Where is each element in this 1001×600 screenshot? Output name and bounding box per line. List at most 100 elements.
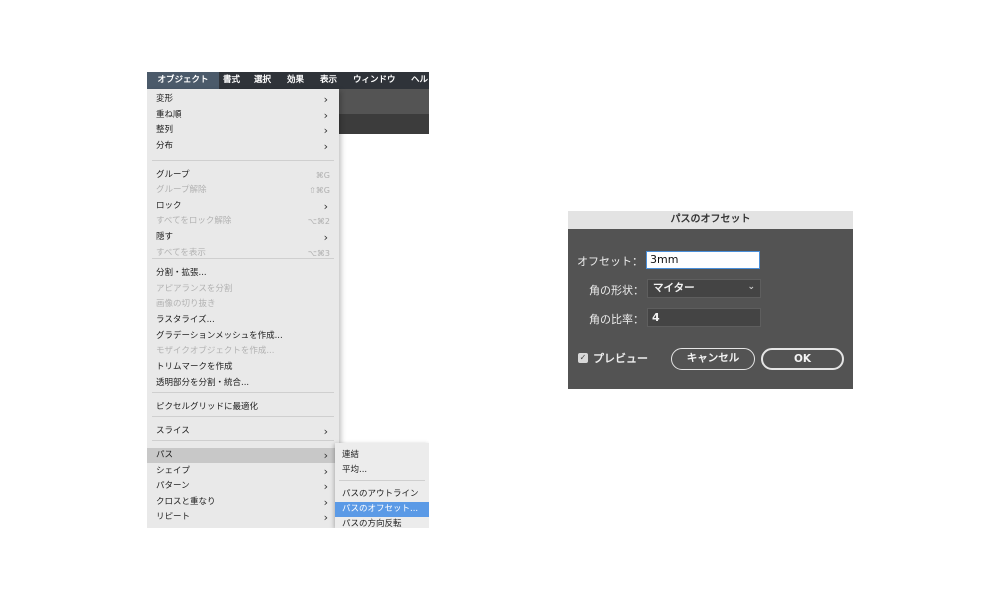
menu-item[interactable]: トリムマークを作成	[147, 360, 339, 375]
menu-item-shortcut: ⌥⌘2	[307, 217, 330, 226]
menu-item: すべてをロック解除 ⌥⌘2	[147, 214, 339, 229]
menu-item-label: ラスタライズ...	[156, 315, 215, 325]
miter-limit-label: 角の比率：	[589, 313, 644, 326]
menu-item-label: 分割・拡張...	[156, 268, 207, 278]
menu-item-label: パターン	[156, 481, 190, 491]
menu-item[interactable]: パス ›	[147, 448, 339, 463]
cancel-button[interactable]: キャンセル	[671, 348, 755, 370]
submenu-item-label: パスのアウトライン	[342, 489, 419, 499]
menubar-item-select[interactable]: 選択	[254, 72, 271, 89]
menu-item-shortcut: ⌥⌘3	[307, 249, 330, 258]
menubar-item-effect[interactable]: 効果	[287, 72, 304, 89]
menu-item[interactable]: グラデーションメッシュを作成...	[147, 329, 339, 344]
chevron-right-icon: ›	[323, 140, 328, 153]
menu-item[interactable]: 透明部分を分割・統合...	[147, 376, 339, 391]
chevron-right-icon: ›	[323, 496, 328, 509]
menu-item: グループ解除 ⇧⌘G	[147, 183, 339, 198]
preview-label: プレビュー	[593, 352, 648, 365]
menu-item[interactable]: シェイプ ›	[147, 464, 339, 479]
path-submenu: 連結平均... パスのアウトライン パスのオフセット... パスの方向反転	[335, 443, 429, 528]
check-icon: ✓	[579, 353, 587, 362]
menu-separator	[152, 416, 334, 417]
menu-item[interactable]: パターン ›	[147, 479, 339, 494]
menu-item[interactable]: ラスタライズ...	[147, 313, 339, 328]
menu-item: アピアランスを分割	[147, 282, 339, 297]
menubar-item-help[interactable]: ヘル	[411, 72, 428, 89]
miter-limit-input[interactable]: 4	[647, 308, 761, 327]
menu-item[interactable]: ピクセルグリッドに最適化	[147, 400, 339, 415]
menu-separator	[152, 440, 334, 441]
menu-separator	[339, 480, 425, 481]
menubar-item-view[interactable]: 表示	[320, 72, 337, 89]
menu-item-shortcut: ⇧⌘G	[309, 186, 330, 195]
menubar-item-window[interactable]: ウィンドウ	[353, 72, 396, 89]
joins-label: 角の形状：	[589, 284, 644, 297]
chevron-right-icon: ›	[323, 449, 328, 462]
submenu-item[interactable]: パスのアウトライン	[335, 487, 429, 502]
menu-item-label: ロック	[156, 201, 182, 211]
submenu-item-label: 連結	[342, 450, 360, 460]
menu-item-label: アピアランスを分割	[156, 284, 233, 294]
chevron-right-icon: ›	[323, 124, 328, 137]
menu-item-label: 画像の切り抜き	[156, 299, 216, 309]
menu-item: モザイクオブジェクトを作成...	[147, 344, 339, 359]
app-background	[339, 114, 429, 134]
chevron-right-icon: ›	[323, 231, 328, 244]
menu-item-label: 重ね順	[156, 110, 182, 120]
menu-item-label: すべてを表示	[156, 248, 206, 258]
submenu-item[interactable]: パスのオフセット...	[335, 502, 429, 517]
joins-value: マイター	[653, 282, 695, 294]
chevron-down-icon: ⌄	[747, 282, 755, 292]
menu-item-label: パス	[156, 450, 174, 460]
preview-checkbox[interactable]: ✓	[578, 353, 588, 363]
menu-item[interactable]: 整列 ›	[147, 123, 339, 138]
offset-label: オフセット：	[577, 255, 643, 268]
chevron-right-icon: ›	[323, 109, 328, 122]
menu-item[interactable]: 重ね順 ›	[147, 108, 339, 123]
submenu-item-label: パスの方向反転	[342, 519, 402, 528]
menu-item-label: グラデーションメッシュを作成...	[156, 331, 283, 341]
menu-item[interactable]: ロック ›	[147, 199, 339, 214]
menubar-item-type[interactable]: 書式	[223, 72, 240, 89]
menu-item-label: すべてをロック解除	[156, 216, 232, 226]
joins-select[interactable]: マイター ⌄	[647, 279, 761, 298]
chevron-right-icon: ›	[323, 465, 328, 478]
menu-item-label: リピート	[156, 512, 191, 522]
menu-item-label: グループ	[156, 170, 190, 180]
menu-item[interactable]: 変形 ›	[147, 92, 339, 107]
submenu-item[interactable]: パスの方向反転	[335, 517, 429, 528]
offset-input[interactable]: 3mm	[646, 251, 760, 269]
menu-item[interactable]: クロスと重なり ›	[147, 495, 339, 510]
chevron-right-icon: ›	[323, 511, 328, 524]
menu-bar: オブジェクト 書式 選択 効果 表示 ウィンドウ ヘル	[147, 72, 429, 89]
menu-item-label: 変形	[156, 94, 174, 104]
menu-item[interactable]: 分布 ›	[147, 139, 339, 154]
chevron-right-icon: ›	[323, 480, 328, 493]
menu-item[interactable]: 分割・拡張...	[147, 266, 339, 281]
submenu-item[interactable]: 連結	[335, 448, 429, 463]
submenu-item[interactable]: 平均...	[335, 463, 429, 478]
menu-item[interactable]: リピート ›	[147, 510, 339, 525]
menu-item-label: クロスと重なり	[156, 497, 216, 507]
menu-item-label: シェイプ	[156, 466, 191, 476]
submenu-item-label: パスのオフセット...	[342, 504, 419, 514]
menu-item-label: 透明部分を分割・統合...	[156, 378, 250, 388]
menu-separator	[152, 160, 334, 161]
offset-path-dialog: パスのオフセット オフセット： 3mm 角の形状： マイター ⌄ 角の比率： 4…	[568, 211, 853, 389]
app-background	[339, 89, 429, 114]
menu-item[interactable]: 隠す ›	[147, 230, 339, 245]
ok-button[interactable]: OK	[761, 348, 844, 370]
menu-item: 画像の切り抜き	[147, 297, 339, 312]
chevron-right-icon: ›	[323, 425, 328, 438]
menu-item-label: スライス	[156, 426, 190, 436]
menu-item-label: 分布	[156, 141, 174, 151]
menu-item-label: 整列	[156, 125, 174, 135]
menu-item-label: モザイクオブジェクトを作成...	[156, 346, 275, 356]
menu-item-label: 隠す	[156, 232, 174, 242]
chevron-right-icon: ›	[323, 93, 328, 106]
menubar-item-object[interactable]: オブジェクト	[147, 72, 219, 89]
submenu-item-label: 平均...	[342, 465, 368, 475]
menu-item[interactable]: スライス ›	[147, 424, 339, 439]
chevron-right-icon: ›	[323, 200, 328, 213]
menu-item[interactable]: グループ ⌘G	[147, 168, 339, 183]
